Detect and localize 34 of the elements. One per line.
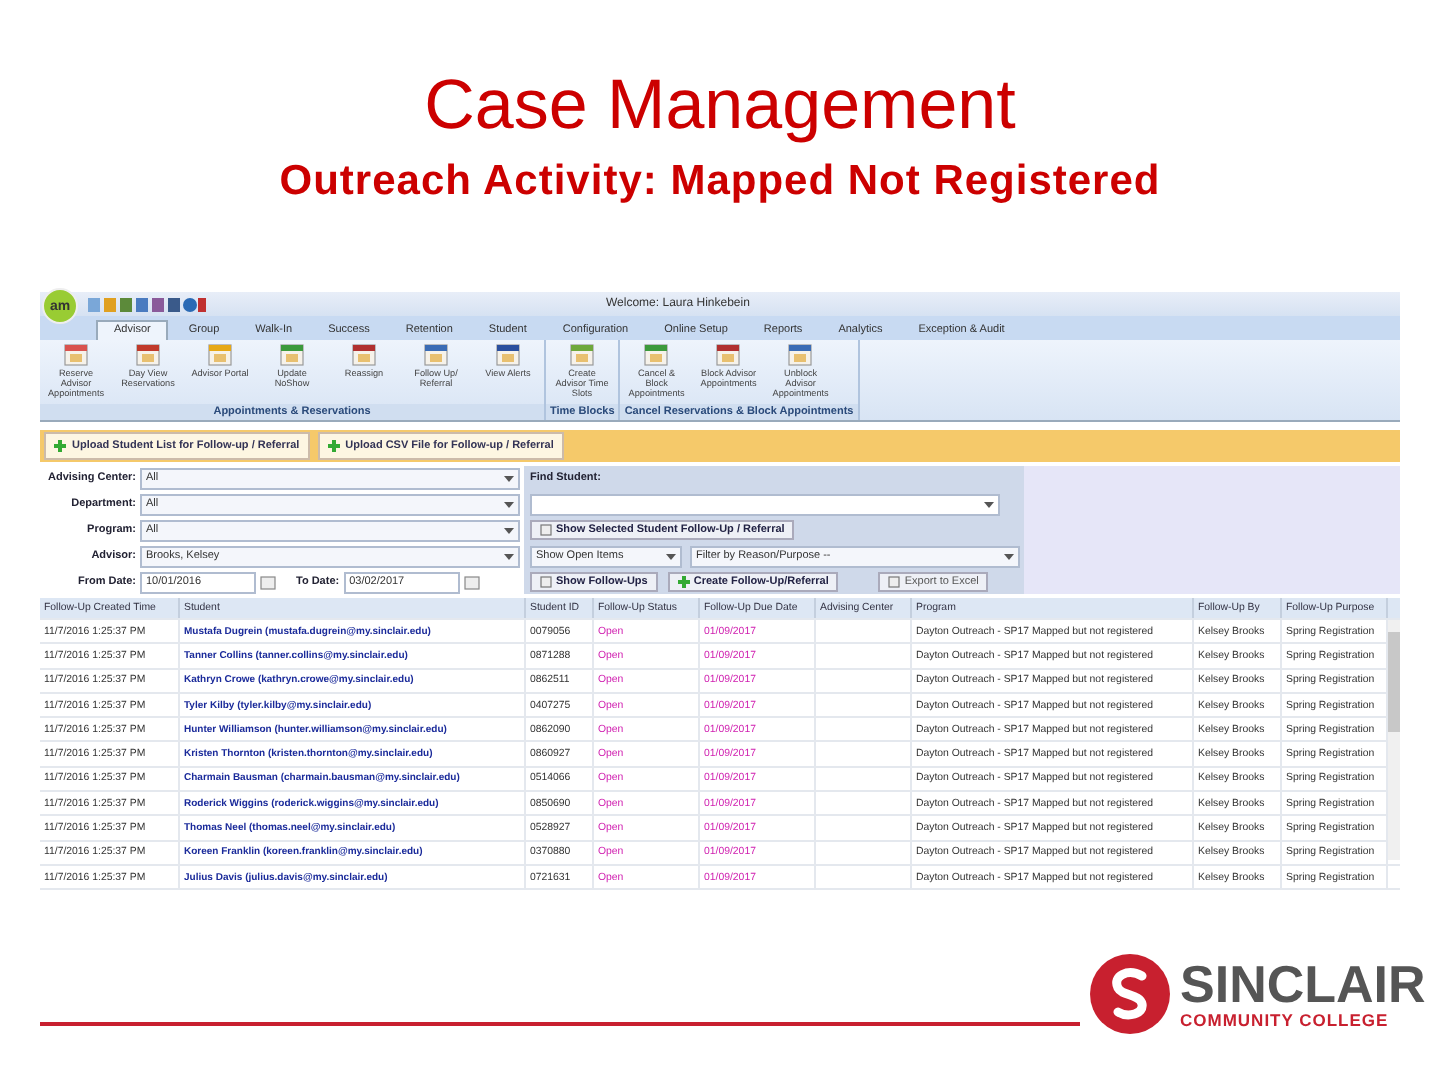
caret-icon	[504, 553, 514, 559]
sheet-icon	[208, 344, 232, 366]
college-logo-icon	[1088, 952, 1172, 1036]
calendar-icon[interactable]	[463, 575, 480, 589]
quick-access-icons[interactable]	[86, 295, 206, 313]
slide-subtitle: Outreach Activity: Mapped Not Registered	[277, 156, 1163, 208]
college-tagline: COMMUNITY COLLEGE	[1180, 1010, 1391, 1030]
sheet-icon	[424, 344, 448, 366]
sheet-icon	[496, 344, 520, 366]
sheet-icon	[64, 344, 88, 366]
caret-icon	[984, 501, 994, 507]
sheet-icon	[136, 344, 160, 366]
sheet-icon	[716, 344, 741, 366]
sheet-icon	[352, 344, 376, 366]
caret-icon	[666, 553, 676, 559]
scrollbar[interactable]	[1388, 620, 1400, 860]
calendar-icon[interactable]	[260, 575, 276, 589]
caret-icon	[1004, 553, 1014, 559]
college-name: SINCLAIR	[1180, 958, 1426, 1010]
caret-icon	[504, 501, 514, 507]
slide-title: Case Management	[422, 64, 1018, 144]
plus-icon	[677, 576, 690, 588]
sheet-icon	[644, 344, 669, 366]
plus-icon	[54, 440, 66, 452]
document-icon	[888, 576, 901, 588]
caret-icon	[504, 527, 514, 533]
sheet-icon	[570, 344, 594, 366]
caret-icon	[504, 475, 514, 481]
student-search-field[interactable]	[530, 493, 1000, 515]
sheet-icon	[788, 344, 813, 366]
document-icon	[540, 524, 552, 536]
sheet-icon	[280, 344, 304, 366]
plus-icon	[327, 440, 340, 452]
document-icon	[540, 576, 552, 588]
